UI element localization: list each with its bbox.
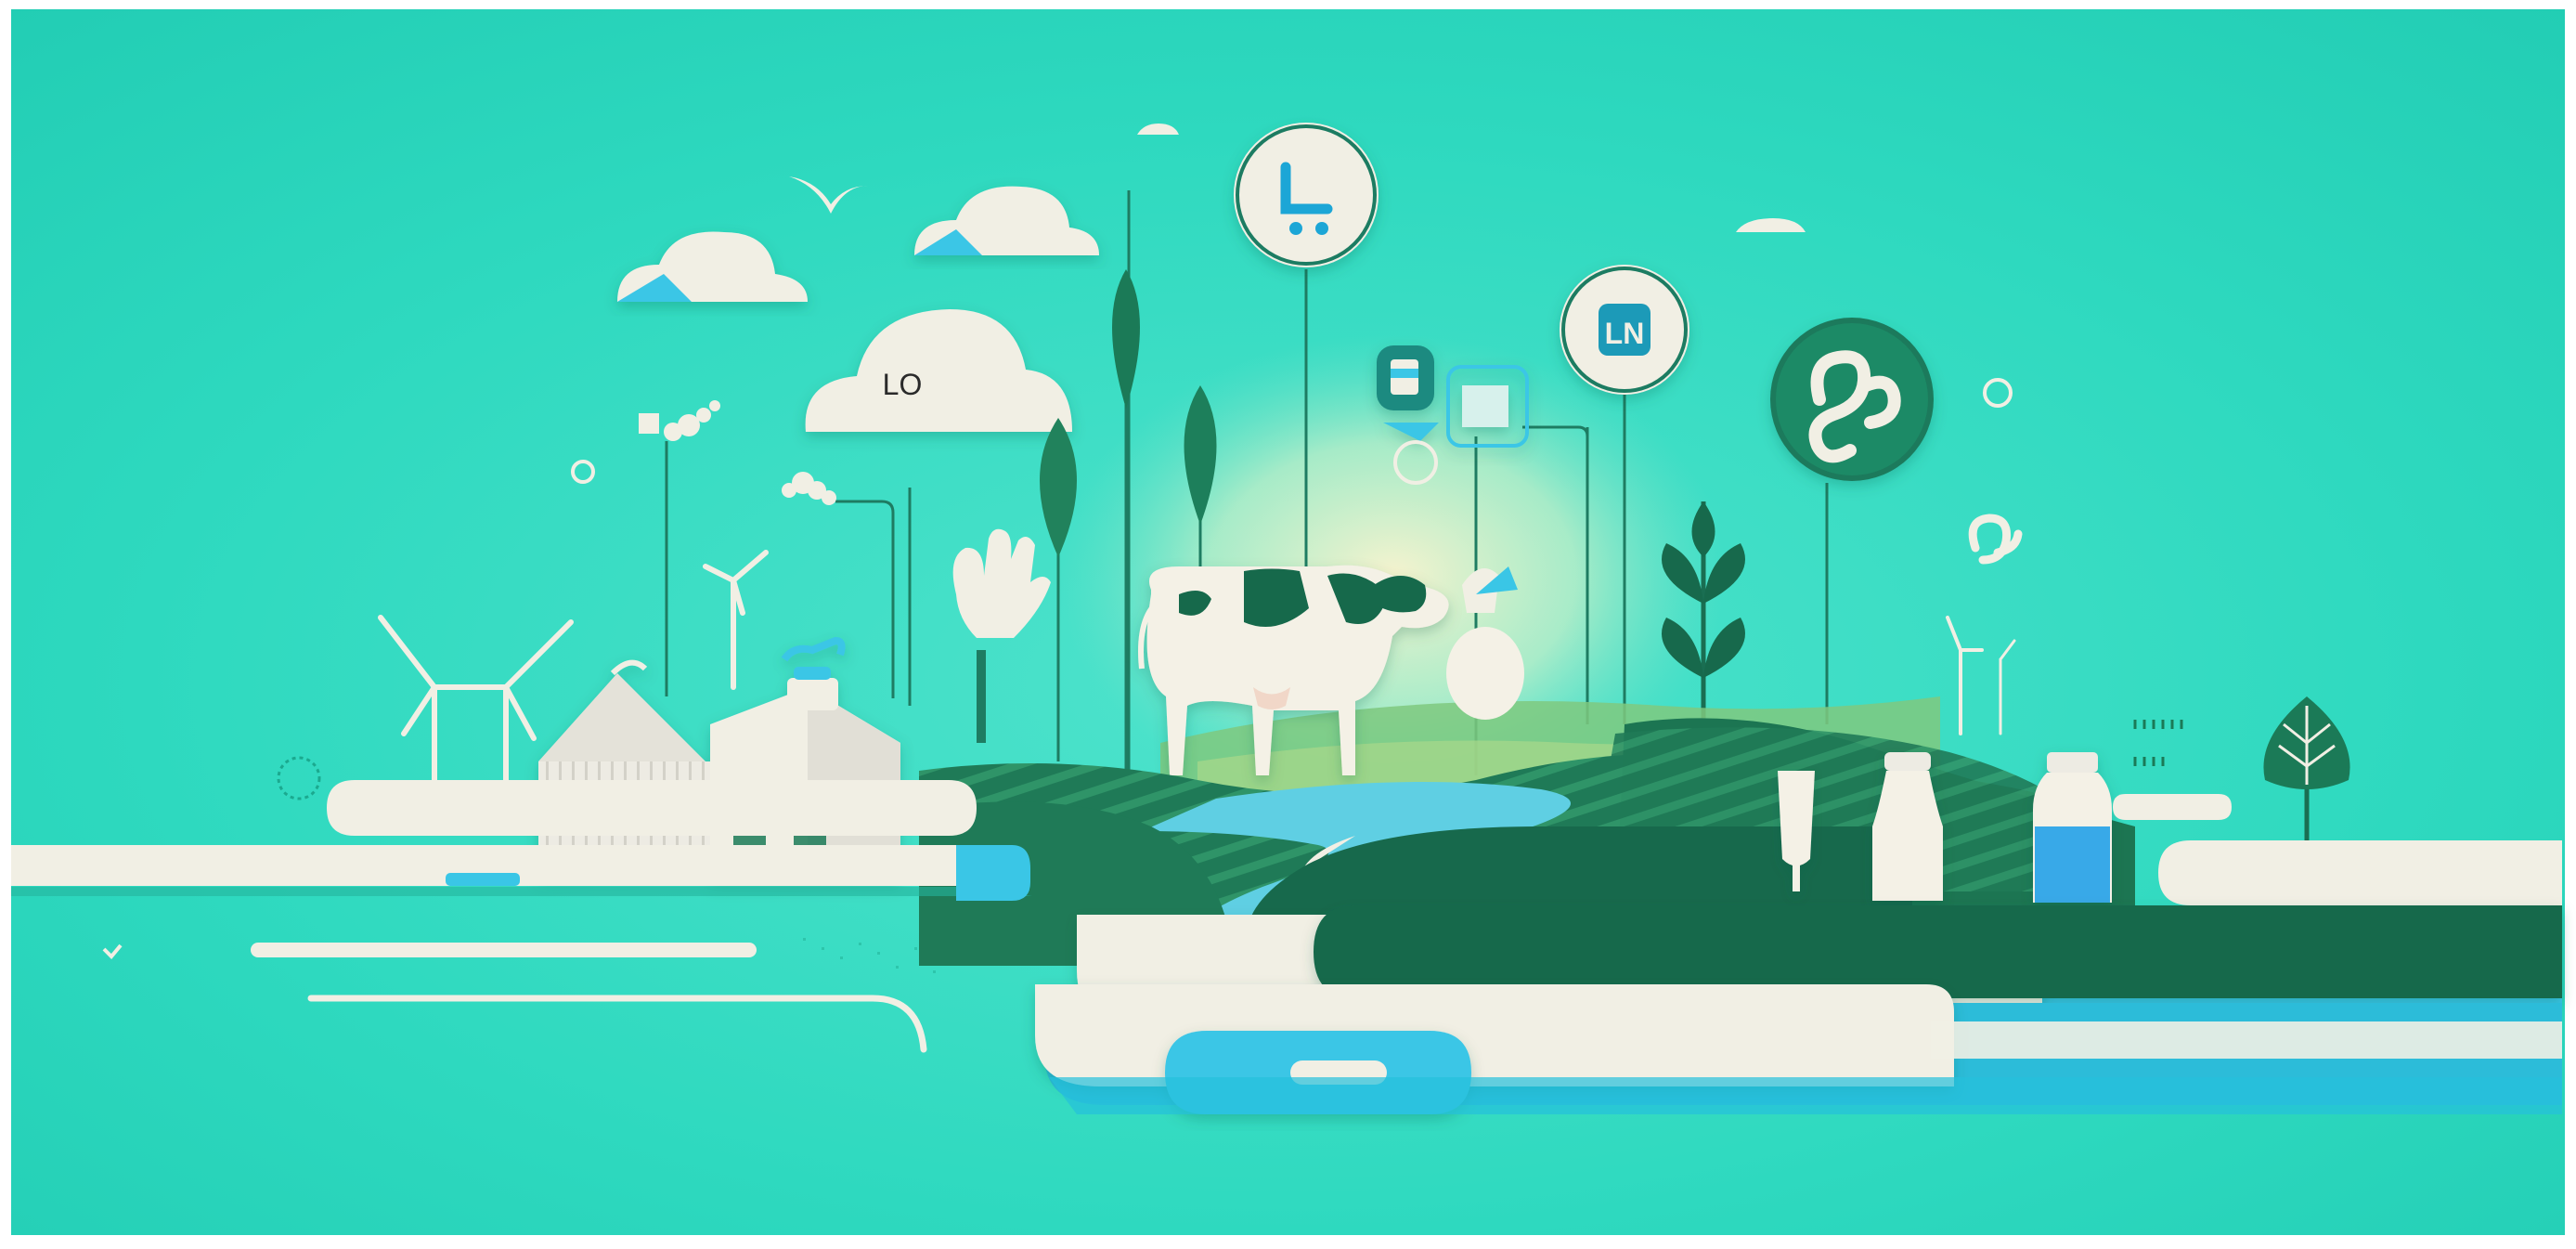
line-decor-1 bbox=[251, 943, 757, 957]
badge-knot bbox=[1770, 318, 1934, 481]
platform-upper-left bbox=[327, 780, 977, 836]
badge-milk: LN bbox=[1560, 265, 1689, 395]
milk-badge-label: LN bbox=[1605, 317, 1645, 350]
water-pipe bbox=[446, 873, 520, 886]
milk-carton-icon: LN bbox=[1599, 304, 1650, 356]
cloud-label: LO bbox=[883, 368, 923, 401]
scene-canvas: LO LN bbox=[0, 0, 2576, 1244]
badge-cart bbox=[1234, 123, 1379, 267]
bar-tag-right bbox=[2113, 794, 2232, 820]
dairy-farm-illustration: LO LN bbox=[0, 0, 2576, 1244]
sign-small bbox=[639, 413, 659, 434]
platform-right bbox=[2158, 840, 2562, 905]
